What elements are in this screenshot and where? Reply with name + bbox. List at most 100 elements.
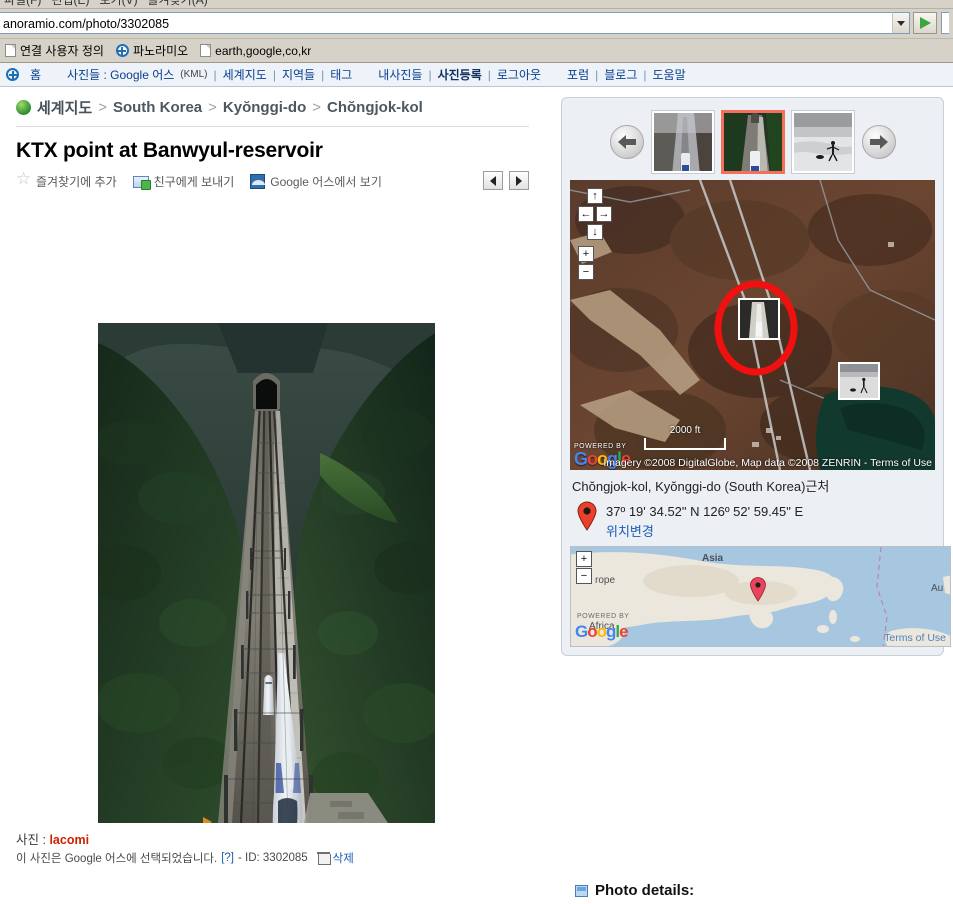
photo-meta-text: 이 사진은 Google 어스에 선택되었습니다.: [16, 853, 218, 865]
nav-item-help[interactable]: 도움말: [647, 66, 692, 83]
address-dropdown-button[interactable]: [892, 12, 910, 34]
nav-item-tags[interactable]: 태그: [324, 66, 358, 83]
thumbnail-carousel: [570, 106, 935, 178]
bookmark-item-custom-links[interactable]: 연결 사용자 정의: [2, 42, 107, 59]
nav-item-forum[interactable]: 포럼: [561, 66, 595, 83]
photo-action-row: 즐겨찾기에 추가 친구에게 보내기 Google 어스에서 보기: [0, 169, 545, 196]
site-navigation: 홈 사진들 : Google 어스 (KML) | 세계지도 | 지역들 | 태…: [0, 63, 953, 87]
arrow-right-circle-icon: [869, 135, 888, 149]
photo-pager: [483, 171, 529, 190]
world-map-powered-by-label: POWERED BY: [577, 613, 630, 620]
bookmark-item-earth-google[interactable]: earth,google,co,kr: [197, 44, 314, 58]
star-icon: [16, 170, 31, 189]
browser-menu-bar-labels: 파일(F) 편집(E) 보기(V) 즐겨찾기(A): [4, 0, 208, 7]
search-box-stub[interactable]: [941, 12, 949, 34]
go-arrow-icon: [919, 17, 931, 29]
page-title: KTX point at Banwyul-reservoir: [16, 139, 323, 162]
breadcrumb-item-kyonggi-do[interactable]: Kyŏnggi-do: [223, 99, 306, 116]
google-logo: Google: [575, 622, 629, 641]
map-pin-icon: [577, 501, 597, 531]
breadcrumb-item-chongjok-kol[interactable]: Chŏngjok-kol: [327, 99, 423, 116]
photo-meta: 이 사진은 Google 어스에 선택되었습니다. [?] - ID: 3302…: [16, 850, 354, 866]
add-to-favorites-button[interactable]: 즐겨찾기에 추가: [16, 170, 117, 190]
view-in-google-earth-button[interactable]: Google 어스에서 보기: [250, 173, 382, 190]
photo-author-link[interactable]: lacomi: [49, 833, 89, 847]
map-pan-right-button[interactable]: →: [596, 206, 612, 222]
panoramio-icon: [6, 68, 19, 81]
map-pan-up-button[interactable]: ↑: [587, 188, 603, 204]
nav-item-regions[interactable]: 지역들: [276, 66, 321, 83]
world-map-zoom-in-button[interactable]: +: [576, 551, 592, 567]
page-body: 세계지도 > South Korea > Kyŏnggi-do > Chŏngj…: [0, 87, 953, 899]
browser-menu-bar[interactable]: 파일(F) 편집(E) 보기(V) 즐겨찾기(A): [0, 0, 953, 9]
breadcrumb-item-world-map[interactable]: 세계지도: [37, 97, 92, 118]
triangle-right-icon: [516, 175, 522, 186]
google-earth-icon: [250, 174, 266, 189]
map-photo-marker-selected[interactable]: [738, 298, 780, 340]
nav-item-blog[interactable]: 블로그: [598, 66, 643, 83]
send-to-friend-label: 친구에게 보내기: [153, 175, 235, 189]
carousel-next-button[interactable]: [861, 125, 896, 159]
globe-icon: [16, 100, 31, 115]
browser-chrome: 파일(F) 편집(E) 보기(V) 즐겨찾기(A) anoramio.com/p…: [0, 0, 953, 63]
go-button[interactable]: [913, 12, 937, 34]
carousel-previous-button[interactable]: [609, 125, 644, 159]
address-input[interactable]: anoramio.com/photo/3302085: [0, 12, 892, 34]
map-pan-controls: ↑ ← → ↓ + −: [578, 188, 612, 280]
nav-item-kml[interactable]: (KML): [180, 69, 213, 80]
photo-credit: 사진 : lacomi: [16, 829, 89, 848]
map-photo-marker-beach[interactable]: [838, 362, 880, 400]
bookmark-item-panoramio[interactable]: 파노라미오: [113, 42, 191, 59]
world-map-terms-link[interactable]: Terms of Use: [884, 632, 946, 644]
map-attribution[interactable]: Imagery ©2008 DigitalGlobe, Map data ©20…: [570, 457, 935, 470]
nav-item-my-photos[interactable]: 내사진들: [372, 66, 428, 83]
photo-details-heading-text: Photo details:: [595, 882, 695, 899]
nav-item-home[interactable]: 홈: [24, 66, 47, 83]
right-column: 2006: [561, 97, 951, 656]
triangle-left-icon: [490, 175, 496, 186]
send-to-friend-button[interactable]: 친구에게 보내기: [132, 173, 235, 190]
screen-icon: [575, 884, 588, 897]
address-bar-row: anoramio.com/photo/3302085: [0, 9, 953, 39]
map-pan-left-button[interactable]: ←: [578, 206, 594, 222]
map-scale-label: 2000 ft: [669, 425, 701, 436]
thumbnail-ktx-railway-selected[interactable]: [720, 110, 785, 174]
nav-item-world-map[interactable]: 세계지도: [217, 66, 273, 83]
nav-item-upload-photo[interactable]: 사진등록: [432, 66, 488, 83]
photo-details-heading: Photo details:: [575, 882, 945, 899]
bookmark-label: earth,google,co,kr: [215, 43, 312, 58]
previous-photo-button[interactable]: [483, 171, 503, 190]
world-map-label-europe: rope: [595, 575, 616, 586]
next-photo-button[interactable]: [509, 171, 529, 190]
photo-meta-id: - ID: 3302085: [237, 852, 308, 864]
nav-item-logout[interactable]: 로그아웃: [491, 66, 547, 83]
chevron-down-icon: [897, 20, 905, 26]
map-zoom-in-button[interactable]: +: [578, 246, 594, 262]
view-in-google-earth-label: Google 어스에서 보기: [270, 175, 382, 189]
map-pan-down-button[interactable]: ↓: [587, 224, 603, 240]
world-map-zoom-controls: + −: [576, 551, 592, 584]
map-zoom-out-button[interactable]: −: [578, 264, 594, 280]
map-card: 2006: [561, 97, 951, 656]
panoramio-icon: [115, 44, 129, 57]
change-location-link[interactable]: 위치변경: [606, 521, 803, 540]
map-coordinates-row: 37º 19' 34.52" N 126º 52' 59.45" E 위치변경: [570, 501, 935, 540]
add-to-favorites-label: 즐겨찾기에 추가: [36, 175, 117, 189]
thumbnail-beach-walkers[interactable]: [790, 110, 855, 174]
breadcrumb-item-south-korea[interactable]: South Korea: [113, 99, 202, 116]
map-coordinates: 37º 19' 34.52" N 126º 52' 59.45" E: [606, 504, 804, 519]
page-icon: [200, 44, 212, 57]
delete-photo-link[interactable]: 삭제: [333, 850, 354, 866]
world-map-label-asia: Asia: [702, 553, 724, 564]
world-overview-map[interactable]: + − Asia rope Africa Au POWERED BY Googl…: [570, 546, 951, 647]
trash-icon[interactable]: [316, 852, 331, 865]
photo-meta-help-link[interactable]: [?]: [221, 852, 234, 864]
photo-details-panel: Photo details: Viewed 179 times © All ri…: [575, 882, 945, 904]
main-photo[interactable]: [98, 323, 435, 823]
nav-item-photos-google-earth[interactable]: 사진들 : Google 어스: [61, 66, 180, 83]
satellite-map[interactable]: 2006: [570, 180, 935, 470]
arrow-left-circle-icon: [617, 135, 636, 149]
photo-credit-label: 사진 :: [16, 833, 46, 847]
world-map-zoom-out-button[interactable]: −: [576, 568, 592, 584]
thumbnail-misty-railway[interactable]: [650, 110, 715, 174]
